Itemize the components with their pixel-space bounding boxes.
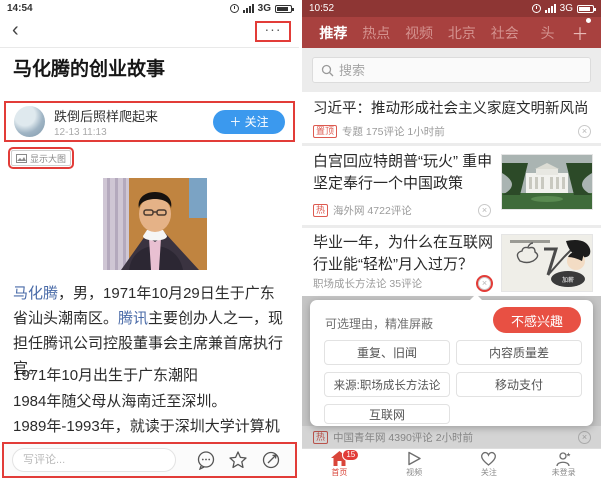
add-channel-icon[interactable]: ＋ bbox=[569, 20, 591, 45]
reason-chip[interactable]: 内容质量差 bbox=[456, 340, 582, 365]
white-house-photo bbox=[502, 155, 592, 209]
svg-text:加薪: 加薪 bbox=[562, 276, 574, 284]
clock-time: 14:54 bbox=[7, 3, 33, 14]
reason-chip[interactable]: 来源:职场成长方法论 bbox=[324, 372, 450, 397]
network-type: 3G bbox=[560, 3, 573, 14]
play-icon bbox=[406, 451, 422, 466]
dismiss-icon[interactable]: × bbox=[478, 204, 491, 217]
not-interested-button[interactable]: 不感兴趣 bbox=[493, 307, 581, 333]
signal-icon bbox=[243, 4, 254, 13]
battery-icon bbox=[577, 5, 594, 13]
reason-chip[interactable]: 重复、旧闻 bbox=[324, 340, 450, 365]
nav-video[interactable]: 视频 bbox=[377, 449, 452, 480]
news-item[interactable]: 毕业一年，为什么在互联网行业能“轻松”月入过万？ 职场成长方法论 35评论 × bbox=[302, 228, 601, 296]
tab-video[interactable]: 视频 bbox=[398, 23, 441, 43]
battery-icon bbox=[275, 5, 292, 13]
news-item[interactable]: 习近平：推动形成社会主义家庭文明新风尚 置顶 专题 175评论 1小时前 × bbox=[302, 92, 601, 143]
tab-headline[interactable]: 头 bbox=[526, 23, 569, 43]
favorite-star-icon[interactable] bbox=[228, 450, 248, 470]
back-icon[interactable]: ‹ bbox=[12, 19, 19, 42]
hot-badge: 热 bbox=[313, 204, 328, 217]
author-avatar[interactable] bbox=[14, 106, 45, 137]
article-title: 马化腾的创业故事 bbox=[13, 57, 288, 83]
pinned-badge: 置顶 bbox=[313, 125, 337, 138]
portrait-photo bbox=[103, 178, 207, 270]
search-input[interactable] bbox=[339, 63, 539, 78]
news-thumbnail: 加薪 bbox=[501, 234, 593, 292]
dislike-popup: 可选理由，精准屏蔽 不感兴趣 重复、旧闻 内容质量差 来源:职场成长方法论 移动… bbox=[310, 300, 593, 426]
alarm-icon bbox=[230, 4, 239, 13]
link-ma-huateng[interactable]: 马化腾 bbox=[13, 285, 58, 302]
dismiss-icon[interactable]: × bbox=[578, 125, 591, 138]
nav-home[interactable]: 15 首页 bbox=[302, 449, 377, 480]
nav-profile[interactable]: 未登录 bbox=[526, 449, 601, 480]
more-options-icon[interactable]: ··· bbox=[257, 23, 289, 40]
popup-hint: 可选理由，精准屏蔽 bbox=[325, 315, 433, 332]
comment-bar bbox=[2, 442, 297, 478]
network-type: 3G bbox=[258, 3, 271, 14]
author-row[interactable]: 跌倒后照样爬起来 12-13 11:13 ＋ 关注 bbox=[4, 101, 295, 142]
article-screen: 14:54 3G ‹ ··· 马化腾的创业故事 跌倒后照样爬起来 12-13 1… bbox=[0, 0, 299, 480]
search-bar[interactable] bbox=[312, 57, 591, 83]
dismiss-icon-highlighted[interactable]: × bbox=[478, 277, 491, 290]
signal-icon bbox=[545, 4, 556, 13]
heart-icon bbox=[480, 451, 497, 466]
news-title[interactable]: 毕业一年，为什么在互联网行业能“轻松”月入过万？ bbox=[313, 232, 498, 276]
news-thumbnail bbox=[501, 154, 593, 210]
reason-chip[interactable]: 互联网 bbox=[324, 404, 450, 424]
tab-hot[interactable]: 热点 bbox=[355, 23, 398, 43]
tab-recommend[interactable]: 推荐 bbox=[312, 23, 355, 43]
image-icon bbox=[16, 154, 27, 163]
screenshot-canvas: 14:54 3G ‹ ··· 马化腾的创业故事 跌倒后照样爬起来 12-13 1… bbox=[0, 0, 601, 480]
follow-button[interactable]: ＋ 关注 bbox=[213, 110, 285, 134]
status-bar: 14:54 3G bbox=[0, 0, 299, 17]
news-title[interactable]: 白宫回应特朗普“玩火” 重申坚定奉行一个中国政策 bbox=[313, 151, 498, 195]
share-icon[interactable] bbox=[261, 450, 281, 470]
comments-icon[interactable] bbox=[196, 450, 216, 470]
tab-beijing[interactable]: 北京 bbox=[440, 23, 483, 43]
show-large-image-button[interactable]: 显示大图 bbox=[11, 150, 71, 166]
user-icon bbox=[555, 451, 572, 466]
reason-chip[interactable]: 移动支付 bbox=[456, 372, 582, 397]
link-tencent[interactable]: 腾讯 bbox=[118, 310, 148, 327]
article-paragraph: 1971年10月出生于广东潮阳 bbox=[13, 363, 289, 388]
comic-illustration: 加薪 bbox=[502, 235, 592, 291]
article-navbar: ‹ ··· bbox=[0, 17, 299, 48]
news-title[interactable]: 习近平：推动形成社会主义家庭文明新风尚 bbox=[313, 98, 593, 120]
comment-input[interactable] bbox=[12, 448, 176, 472]
clock-time: 10:52 bbox=[309, 3, 334, 14]
bottom-nav: 15 首页 视频 关注 未登录 bbox=[302, 448, 601, 480]
nav-follow[interactable]: 关注 bbox=[452, 449, 527, 480]
search-icon bbox=[321, 64, 334, 77]
news-item[interactable]: 白宫回应特朗普“玩火” 重申坚定奉行一个中国政策 热 海外网 4722评论 × bbox=[302, 146, 601, 225]
tab-society[interactable]: 社会 bbox=[483, 23, 526, 43]
author-name[interactable]: 跌倒后照样爬起来 bbox=[54, 106, 213, 125]
alarm-icon bbox=[532, 4, 541, 13]
article-photo[interactable] bbox=[103, 178, 207, 270]
news-meta: 职场成长方法论 35评论 × bbox=[313, 276, 491, 291]
article-paragraph: 1984年随父母从海南迁至深圳。 bbox=[13, 389, 289, 414]
news-meta: 热 海外网 4722评论 × bbox=[313, 203, 491, 218]
home-badge: 15 bbox=[342, 449, 359, 461]
news-meta: 置顶 专题 175评论 1小时前 × bbox=[313, 124, 591, 139]
status-bar: 10:52 3G bbox=[302, 0, 601, 17]
channel-tab-bar: 推荐 热点 视频 北京 社会 头 ＋ bbox=[302, 17, 601, 48]
feed-screen: 10:52 3G 推荐 热点 视频 北京 社会 头 ＋ 习近平：推动形成社会主义… bbox=[302, 0, 601, 480]
publish-date: 12-13 11:13 bbox=[54, 127, 213, 138]
